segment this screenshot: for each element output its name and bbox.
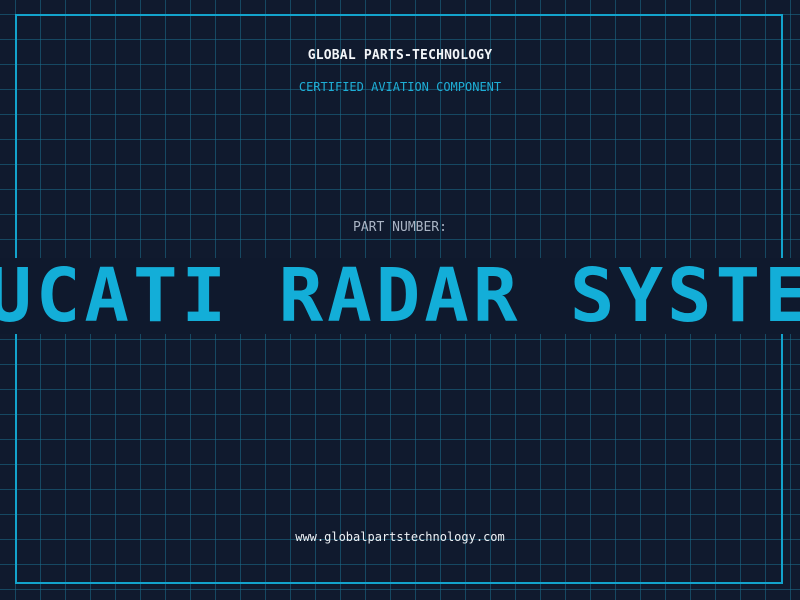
certification-subtitle: CERTIFIED AVIATION COMPONENT xyxy=(298,80,502,94)
website-url: www.globalpartstechnology.com xyxy=(295,530,505,544)
company-name: GLOBAL PARTS-TECHNOLOGY xyxy=(307,48,493,63)
certificate-card: GLOBAL PARTS-TECHNOLOGY CERTIFIED AVIATI… xyxy=(0,0,800,600)
part-number-label: PART NUMBER: xyxy=(353,220,447,235)
part-number-value: DUCATI RADAR SYSTEM xyxy=(0,253,800,339)
